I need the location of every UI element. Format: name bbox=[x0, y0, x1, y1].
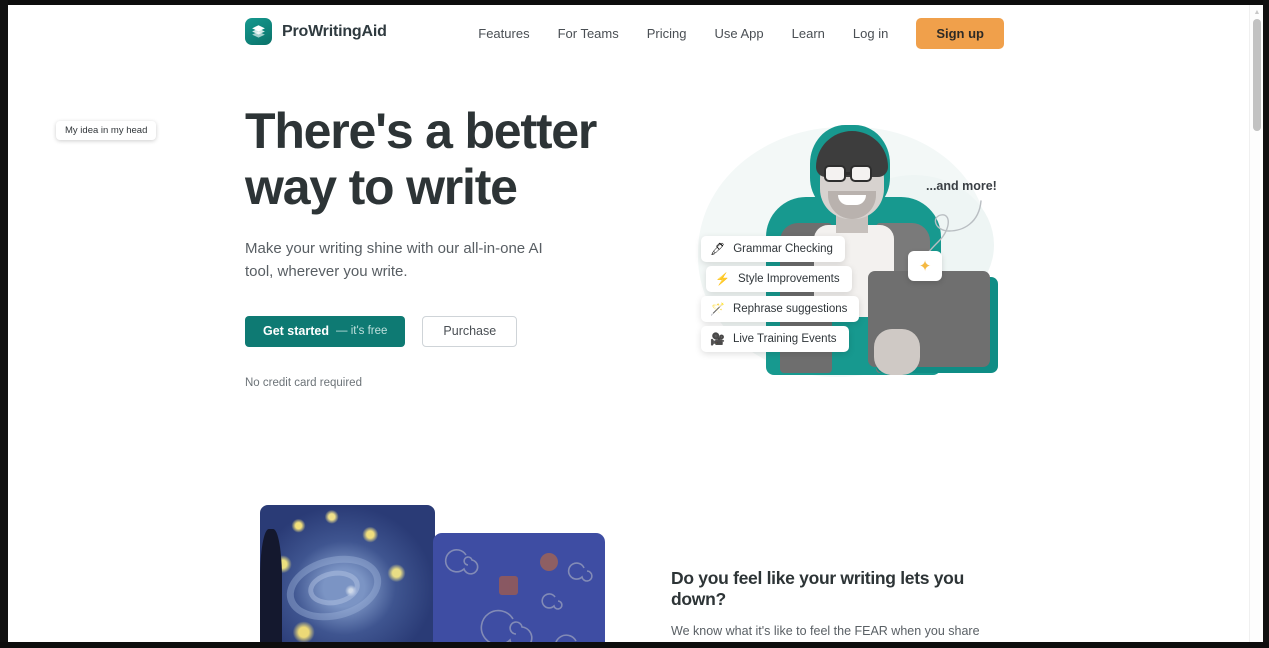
cypress-tree bbox=[260, 529, 282, 642]
feature-chip-label: Grammar Checking bbox=[733, 243, 833, 255]
site-header: ProWritingAid Features For Teams Pricing… bbox=[8, 5, 1249, 61]
starry-night-image bbox=[260, 505, 435, 642]
feature-chip: 🎥 Live Training Events bbox=[701, 326, 849, 352]
page-viewport: ProWritingAid Features For Teams Pricing… bbox=[8, 5, 1263, 642]
window-chrome-bottom bbox=[0, 642, 1269, 648]
scrollbar-thumb[interactable] bbox=[1253, 19, 1261, 131]
glasses-bridge bbox=[846, 172, 852, 175]
hero-cta-group: Get started — it's free Purchase bbox=[245, 315, 645, 347]
section-heading: Do you feel like your writing lets you d… bbox=[671, 568, 964, 609]
window-chrome-left bbox=[0, 0, 8, 648]
hand bbox=[874, 329, 920, 375]
section-body-text: We know what it's like to feel the FEAR … bbox=[671, 624, 980, 638]
nav-link-features[interactable]: Features bbox=[464, 26, 543, 41]
notebook-panel bbox=[433, 533, 605, 642]
scroll-up-arrow-icon[interactable]: ▲ bbox=[1253, 9, 1261, 17]
glasses-right-lens bbox=[850, 165, 872, 182]
magic-wand-icon: 🪄 bbox=[710, 302, 725, 316]
sign-up-button[interactable]: Sign up bbox=[916, 17, 1004, 49]
and-more-label: ...and more! bbox=[926, 179, 997, 193]
page-title: There's a better way to write bbox=[245, 103, 597, 215]
nav-link-learn[interactable]: Learn bbox=[778, 26, 839, 41]
feature-chip-label: Style Improvements bbox=[737, 273, 840, 285]
logo[interactable]: ProWritingAid bbox=[245, 18, 387, 45]
film-camera-icon: 🎥 bbox=[710, 332, 725, 346]
nav-link-pricing[interactable]: Pricing bbox=[633, 26, 701, 41]
prowritingaid-books-logo-icon bbox=[245, 18, 272, 45]
main-navigation: Features For Teams Pricing Use App Learn… bbox=[464, 5, 1004, 61]
no-credit-card-note: No credit card required bbox=[245, 376, 362, 389]
browser-window: ProWritingAid Features For Teams Pricing… bbox=[0, 0, 1269, 648]
quill-pen-icon: 🖋 bbox=[710, 242, 726, 256]
hero-illustration: ...and more! 🖋 Grammar Checking ⚡ Style … bbox=[668, 105, 1028, 400]
starry-caption-label: My idea in my head bbox=[56, 121, 157, 140]
get-started-button[interactable]: Get started — it's free bbox=[245, 315, 406, 347]
feature-chip: ⚡ Style Improvements bbox=[706, 266, 852, 292]
section-two-copy: Do you feel like your writing lets you d… bbox=[671, 568, 1021, 642]
get-started-label: Get started bbox=[263, 324, 329, 338]
feature-chip-label: Live Training Events bbox=[732, 333, 837, 345]
purchase-button[interactable]: Purchase bbox=[422, 315, 518, 347]
hero-subtitle: Make your writing shine with our all-in-… bbox=[245, 240, 543, 281]
nav-link-log-in[interactable]: Log in bbox=[839, 26, 902, 41]
feature-chip: 🪄 Rephrase suggestions bbox=[701, 296, 860, 322]
feature-chip-label: Rephrase suggestions bbox=[732, 303, 848, 315]
doodle-spirals-icon bbox=[444, 549, 593, 642]
get-started-sublabel: — it's free bbox=[336, 325, 388, 337]
nav-link-use-app[interactable]: Use App bbox=[701, 26, 778, 41]
window-chrome-right bbox=[1263, 0, 1269, 648]
hero-copy: There's a better way to write Make your … bbox=[245, 103, 645, 389]
sparkles-icon: ✦ bbox=[908, 251, 942, 281]
nav-link-for-teams[interactable]: For Teams bbox=[544, 26, 633, 41]
page-scrollbar[interactable]: ▲ bbox=[1249, 5, 1263, 642]
feature-chip: 🖋 Grammar Checking bbox=[701, 236, 845, 262]
glasses-left-lens bbox=[824, 165, 846, 182]
logo-text: ProWritingAid bbox=[282, 22, 387, 40]
lightning-bolt-icon: ⚡ bbox=[715, 272, 730, 286]
